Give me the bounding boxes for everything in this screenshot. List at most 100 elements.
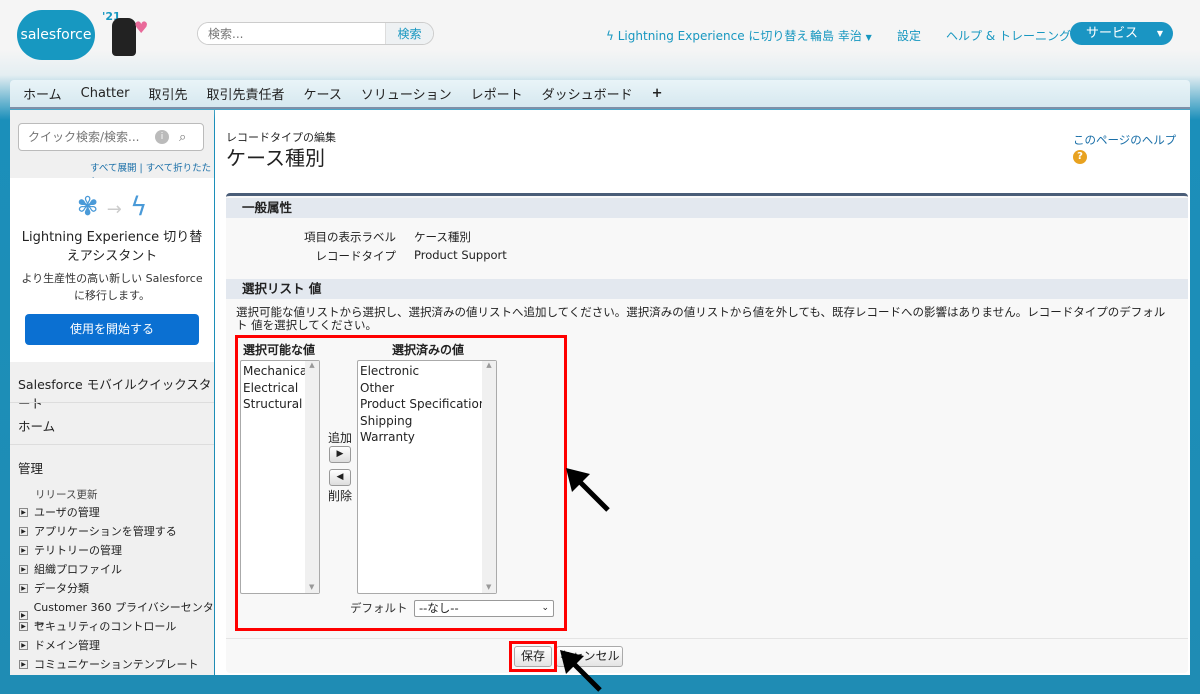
user-menu[interactable]: 輪島 幸治 ▼ [810,27,872,44]
help-training-link[interactable]: ヘルプ & トレーニング [946,27,1071,44]
user-name: 輪島 幸治 [810,29,862,43]
tab-bar: ホーム Chatter 取引先 取引先責任者 ケース ソリューション レポート … [10,80,1190,109]
caret-down-icon: ▼ [865,33,872,42]
picklist-description: 選択可能な値リストから選択し、選択済みの値リストへ追加してください。選択済みの値… [236,305,1166,332]
divider [10,402,214,403]
tab-dashboards[interactable]: ダッシュボード [542,84,633,103]
list-option[interactable]: Warranty [360,429,494,446]
add-button[interactable]: ▶ [329,446,351,463]
sidebar: i ⌕ すべて展開 | すべて折りたたむ ✾ → ϟ Lightning Exp… [10,110,214,675]
get-started-button[interactable]: 使用を開始する [25,314,199,345]
default-select[interactable]: --なし-- ⌄ [414,600,554,617]
tab-solutions[interactable]: ソリューション [361,84,452,103]
bolt-icon: ϟ [606,29,614,43]
field-value: ケース種別 [414,230,471,244]
logo-text: salesforce [20,27,92,43]
page-title: ケース種別 [226,146,325,170]
selected-values-list[interactable]: ▲ ▼ Electronic Other Product Specifications S… [357,360,497,594]
tree-item-label: 組織プロファイル [34,563,122,576]
sidebar-tree-item[interactable]: ▶ コミュニケーションテンプレート [19,656,198,672]
sidebar-tree-item[interactable]: ▶ テリトリーの管理 [19,542,122,558]
help-link-label: このページのヘルプ [1073,133,1177,147]
divider [226,638,1188,639]
expand-icon[interactable]: ▶ [19,545,28,555]
search-input[interactable] [198,23,385,44]
tab-home[interactable]: ホーム [23,84,62,103]
app-menu[interactable]: サービス ▼ [1070,22,1173,45]
heart-icon: ♥ [134,18,149,37]
remove-button[interactable]: ◀ [329,469,351,486]
record-type-edit-form: 一般属性 項目の表示ラベル ケース種別 レコードタイプ Product Supp… [226,193,1188,673]
sidebar-item-admin[interactable]: 管理 [18,458,43,477]
list-option[interactable]: Shipping [360,413,494,430]
lightning-assistant-card: ✾ → ϟ Lightning Experience 切り替えアシスタント より… [10,178,214,362]
list-option[interactable]: Other [360,380,494,397]
tab-chatter[interactable]: Chatter [81,86,130,101]
tree-item-label: コミュニケーションテンプレート [34,658,199,671]
sidebar-tree-item[interactable]: ▶ ユーザの管理 [19,504,100,520]
card-title: Lightning Experience 切り替えアシスタント [21,230,203,264]
card-description: より生産性の高い新しい Salesforce に移行します。 [21,272,203,302]
scrollbar[interactable]: ▲ ▼ [305,361,319,593]
selected-values-label: 選択済みの値 [392,343,465,357]
tab-cases[interactable]: ケース [303,84,341,103]
add-label: 追加 [328,431,353,445]
search-icon[interactable]: ⌕ [179,130,186,145]
help-icon: ? [1073,150,1087,164]
expand-icon[interactable]: ▶ [19,583,28,593]
tab-reports[interactable]: レポート [471,84,523,103]
field-label: 項目の表示ラベル [304,230,396,244]
expand-all-link[interactable]: すべて展開 [90,163,136,174]
info-icon[interactable]: i [155,130,169,144]
expand-icon[interactable]: ▶ [19,526,28,536]
available-values-list[interactable]: ▲ ▼ Mechanical Electrical Structural [240,360,320,594]
divider [10,444,214,445]
default-value: --なし-- [419,601,459,615]
list-option[interactable]: Electronic [360,363,494,380]
sidebar-item-home[interactable]: ホーム [18,416,55,435]
migration-icon: ✾ → ϟ [76,192,148,222]
arrow-left-icon: ◀ [336,472,344,482]
sidebar-tree-item[interactable]: ▶ セキュリティのコントロール [19,618,176,634]
chevron-down-icon: ⌄ [541,603,549,613]
setup-link[interactable]: 設定 [897,27,921,44]
sidebar-tree-item[interactable]: ▶ 組織プロファイル [19,561,122,577]
save-highlight-box [509,641,557,672]
sidebar-item-mobile-quickstart[interactable]: Salesforce モバイルクイックスタート [18,374,214,412]
expand-icon[interactable]: ▶ [19,621,28,631]
quick-search: i ⌕ [18,123,204,151]
available-values-label: 選択可能な値 [243,343,316,357]
tree-item-label: データ分類 [34,582,89,595]
salesforce-logo[interactable]: salesforce [17,10,95,60]
tree-item-label: テリトリーの管理 [34,544,122,557]
sidebar-tree-item[interactable]: ▶ アプリケーションを管理する [19,523,177,539]
list-option[interactable]: Product Specifications [360,396,494,413]
sidebar-tree-item[interactable]: ▶ データ分類 [19,580,89,596]
global-search: 検索 [197,22,434,45]
search-button[interactable]: 検索 [385,23,433,44]
default-label: デフォルト [350,601,408,615]
arrow-right-icon: ▶ [336,449,344,459]
section-general-header: 一般属性 [226,198,1188,218]
tree-item-label: ドメイン管理 [34,639,100,652]
page-help-link[interactable]: このページのヘルプ ? [1073,132,1190,164]
record-type-label: レコードタイプ [315,249,397,263]
sidebar-item-release-updates[interactable]: リリース更新 [35,487,97,502]
mascot-image [112,18,136,56]
tab-add[interactable]: + [652,86,663,101]
expand-icon[interactable]: ▶ [19,640,28,650]
record-type-value: Product Support [414,248,507,262]
main-content: レコードタイプの編集 ケース種別 このページのヘルプ ? 一般属性 項目の表示ラ… [215,110,1190,675]
tab-contacts[interactable]: 取引先責任者 [206,84,284,103]
tab-accounts[interactable]: 取引先 [148,84,187,103]
expand-icon[interactable]: ▶ [19,659,28,669]
quick-search-input[interactable] [19,130,149,144]
tree-item-label: ユーザの管理 [34,506,100,519]
expand-icon[interactable]: ▶ [19,564,28,574]
scrollbar[interactable]: ▲ ▼ [482,361,496,593]
caret-down-icon: ▼ [1156,29,1163,38]
sidebar-tree-item[interactable]: ▶ ドメイン管理 [19,637,100,653]
lightning-switch-link[interactable]: ϟ Lightning Experience に切り替え [606,27,808,44]
expand-icon[interactable]: ▶ [19,507,28,517]
remove-label: 削除 [328,489,353,503]
